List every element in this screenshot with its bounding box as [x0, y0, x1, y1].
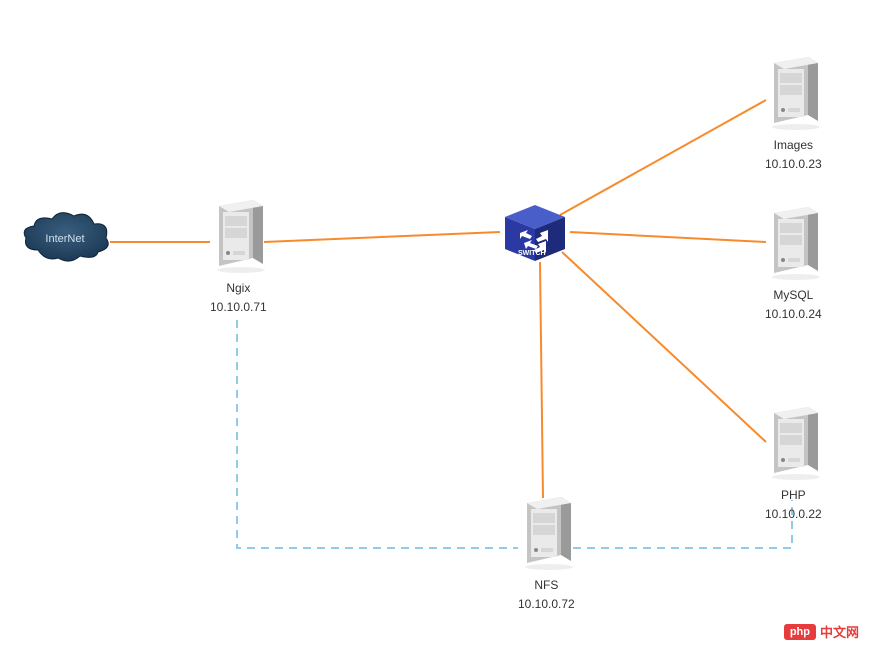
watermark-logo: php — [784, 624, 816, 640]
server-icon — [766, 205, 821, 280]
dashed-nfs-php — [573, 500, 792, 548]
line-nginx-switch — [264, 232, 500, 242]
node-php: PHP 10.10.0.22 — [765, 405, 822, 523]
mysql-name: MySQL — [765, 287, 822, 304]
node-switch: SWITCH — [500, 205, 570, 270]
node-mysql: MySQL 10.10.0.24 — [765, 205, 822, 323]
server-icon — [766, 55, 821, 130]
line-switch-mysql — [570, 232, 766, 242]
cloud-icon: InterNet — [18, 210, 113, 265]
php-name: PHP — [765, 487, 822, 504]
switch-label: SWITCH — [518, 250, 546, 257]
switch-icon: SWITCH — [500, 205, 570, 265]
images-name: Images — [765, 137, 822, 154]
connections-layer — [0, 0, 869, 649]
node-images: Images 10.10.0.23 — [765, 55, 822, 173]
dashed-nginx-nfs — [237, 320, 518, 548]
server-icon — [211, 198, 266, 273]
watermark: php 中文网 — [784, 622, 859, 641]
server-icon — [519, 495, 574, 570]
nfs-ip: 10.10.0.72 — [518, 596, 575, 613]
line-switch-images — [560, 100, 766, 215]
node-nfs: NFS 10.10.0.72 — [518, 495, 575, 613]
php-ip: 10.10.0.22 — [765, 506, 822, 523]
images-ip: 10.10.0.23 — [765, 156, 822, 173]
node-internet: InterNet — [18, 210, 113, 270]
node-nginx: Ngix 10.10.0.71 — [210, 198, 267, 316]
watermark-text: 中文网 — [820, 622, 859, 641]
nginx-ip: 10.10.0.71 — [210, 299, 267, 316]
mysql-ip: 10.10.0.24 — [765, 306, 822, 323]
internet-label: InterNet — [45, 233, 84, 245]
nfs-name: NFS — [518, 577, 575, 594]
server-icon — [766, 405, 821, 480]
line-switch-nfs — [540, 262, 543, 498]
line-switch-php — [562, 252, 766, 442]
nginx-name: Ngix — [210, 280, 267, 297]
